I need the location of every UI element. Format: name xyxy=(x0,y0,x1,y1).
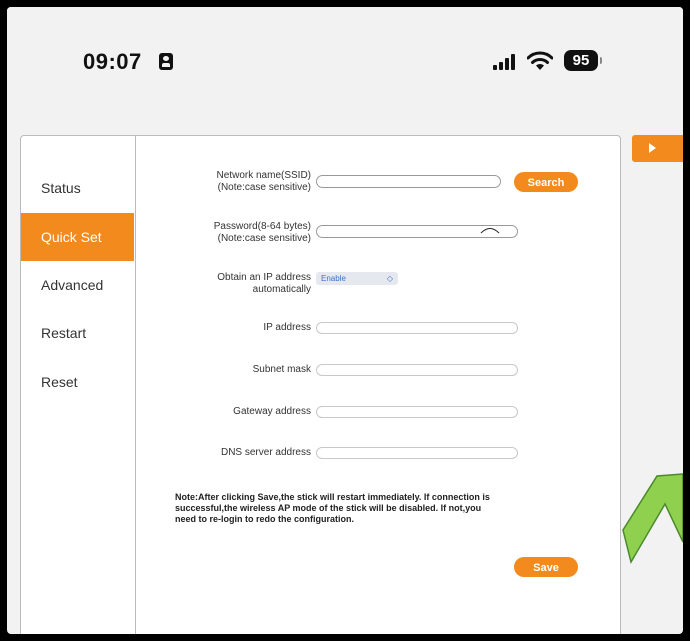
play-arrow-icon xyxy=(649,143,656,153)
password-toggle-icon[interactable] xyxy=(479,226,501,234)
battery-indicator: 95 xyxy=(564,50,598,71)
password-label-text: Password(8-64 bytes) xyxy=(213,221,311,232)
obtain-ip-select-value: Enable xyxy=(321,274,346,283)
subnet-mask-input[interactable] xyxy=(316,364,518,376)
battery-tip xyxy=(600,57,602,64)
sidebar-item-label: Advanced xyxy=(41,277,104,293)
ip-address-input[interactable] xyxy=(316,322,518,334)
dns-server-input[interactable] xyxy=(316,447,518,459)
sidebar-item-label: Reset xyxy=(41,374,78,390)
ssid-input[interactable] xyxy=(316,175,501,188)
gateway-address-input[interactable] xyxy=(316,406,518,418)
sidebar-item-status[interactable]: Status xyxy=(21,164,134,212)
note-line: Note:After clicking Save,the stick will … xyxy=(175,492,490,502)
gateway-address-label: Gateway address xyxy=(233,406,311,417)
status-time: 09:07 xyxy=(83,49,142,74)
cellular-signal-icon xyxy=(493,54,521,70)
password-label: Password(8-64 bytes) (Note:case sensitiv… xyxy=(171,221,311,245)
obtain-ip-label-text2: automatically xyxy=(252,284,311,295)
pointer-arrow-icon xyxy=(622,473,683,564)
expand-panel-button[interactable] xyxy=(632,135,683,162)
save-note: Note:After clicking Save,the stick will … xyxy=(175,492,605,525)
sidebar-item-quick-set[interactable]: Quick Set xyxy=(21,213,134,261)
obtain-ip-label-text: Obtain an IP address xyxy=(217,272,311,283)
ssid-note-text: (Note:case sensitive) xyxy=(217,182,311,193)
dns-server-label: DNS server address xyxy=(220,447,311,458)
contact-card-icon xyxy=(159,53,173,70)
note-line: successful,the wireless AP mode of the s… xyxy=(175,503,482,513)
note-line: need to re-login to redo the configurati… xyxy=(175,514,354,524)
sidebar-item-restart[interactable]: Restart xyxy=(21,309,134,357)
sidebar-item-label: Status xyxy=(41,180,81,196)
sidebar-item-reset[interactable]: Reset xyxy=(21,358,134,406)
ssid-label-text: Network name(SSID) xyxy=(216,170,311,181)
sidebar: Status Quick Set Advanced Restart Reset xyxy=(21,136,136,634)
save-button[interactable]: Save xyxy=(514,557,578,577)
wifi-icon xyxy=(527,51,553,70)
subnet-mask-label: Subnet mask xyxy=(252,364,311,375)
settings-panel: Status Quick Set Advanced Restart Reset … xyxy=(20,135,621,634)
ip-address-label: IP address xyxy=(263,322,311,333)
sidebar-item-advanced[interactable]: Advanced xyxy=(21,261,134,309)
sidebar-item-label: Restart xyxy=(41,325,87,341)
search-button[interactable]: Search xyxy=(514,172,578,192)
select-arrow-icon: ◇ xyxy=(386,274,393,283)
ssid-label: Network name(SSID) (Note:case sensitive) xyxy=(171,170,311,194)
password-note-text: (Note:case sensitive) xyxy=(217,233,311,244)
obtain-ip-label: Obtain an IP address automatically xyxy=(171,272,311,296)
obtain-ip-select[interactable]: Enable ◇ xyxy=(316,272,398,285)
phone-screen: 09:07 95 Status Quick Set Advanced Resta… xyxy=(7,7,683,634)
sidebar-item-label: Quick Set xyxy=(41,229,102,245)
status-bar: 09:07 95 xyxy=(7,7,683,135)
